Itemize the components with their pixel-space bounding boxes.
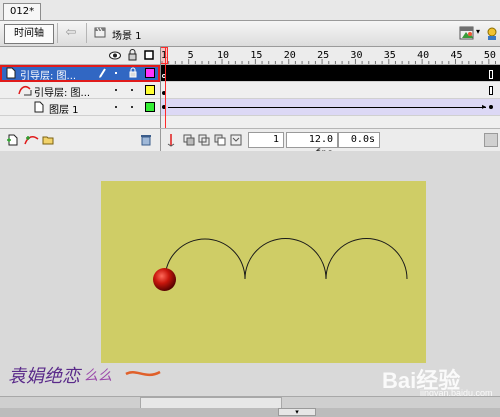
layer-name[interactable]: 引导层: 图... xyxy=(20,67,76,82)
playhead-line xyxy=(165,47,166,128)
scene-label[interactable]: 场景 1 xyxy=(112,27,142,42)
ruler-frame-30: 30 xyxy=(350,50,363,61)
visibility-dot[interactable] xyxy=(115,72,117,74)
center-frame-icon[interactable] xyxy=(166,133,176,147)
guide-layer-icon xyxy=(6,67,16,79)
add-motion-guide-icon[interactable] xyxy=(24,134,40,146)
keyframe[interactable] xyxy=(489,105,493,109)
timeline-scroll-right[interactable] xyxy=(484,133,498,147)
document-tab-bar: 012* xyxy=(0,0,500,21)
pencil-icon xyxy=(99,68,106,78)
layer-row-1[interactable]: 图层 1 xyxy=(0,99,160,116)
stage[interactable] xyxy=(101,181,426,363)
outline-color-swatch[interactable] xyxy=(145,68,155,78)
onion-skin-outlines-icon[interactable] xyxy=(198,134,210,146)
outline-icon[interactable] xyxy=(144,50,154,60)
end-frame-marker[interactable] xyxy=(489,86,493,95)
ruler-ticks xyxy=(161,59,496,64)
trash-icon[interactable] xyxy=(140,133,152,146)
lock-dot[interactable] xyxy=(131,89,133,91)
elapsed-time-field: 0.0s xyxy=(338,132,380,148)
arrow-head-icon: ▸ xyxy=(482,102,487,111)
scene-icon xyxy=(94,27,106,38)
ruler-frame-45: 45 xyxy=(450,50,463,61)
frames-guide-2[interactable] xyxy=(160,82,500,99)
layer-row-guide-2[interactable]: 引导层: 图... xyxy=(0,82,160,99)
visibility-dot[interactable] xyxy=(115,89,117,91)
end-frame-marker[interactable] xyxy=(489,70,493,79)
ruler-frame-20: 20 xyxy=(283,50,296,61)
edit-bar: 时间轴 ⇦ 场景 1 ▾ xyxy=(0,21,500,47)
ruler-frame-5: 5 xyxy=(187,50,194,61)
lock-icon[interactable] xyxy=(128,49,137,61)
divider xyxy=(86,23,87,43)
frames-layer-1[interactable]: ▸ xyxy=(160,99,500,116)
ruler-frame-10: 10 xyxy=(217,50,230,61)
modify-onion-markers-icon[interactable] xyxy=(230,134,242,146)
visibility-dot[interactable] xyxy=(115,106,117,108)
ruler-frame-40: 40 xyxy=(417,50,430,61)
timeline-button[interactable]: 时间轴 xyxy=(4,24,54,44)
layer-empty-area xyxy=(0,116,160,128)
insert-layer-icon[interactable] xyxy=(6,134,20,146)
frame-rate-field[interactable]: 12.0 fps xyxy=(286,132,338,159)
edit-scene-icon[interactable] xyxy=(486,24,500,42)
insert-folder-icon[interactable] xyxy=(42,134,54,146)
svg-text:袁娟绝恋: 袁娟绝恋 xyxy=(8,366,83,387)
current-frame-field: 1 xyxy=(248,132,284,148)
motion-guide-path[interactable] xyxy=(101,181,426,363)
frames-guide-1[interactable] xyxy=(160,65,500,82)
motion-tween-arrow xyxy=(168,107,486,108)
red-ball[interactable] xyxy=(152,267,177,292)
motion-guide-icon xyxy=(18,85,32,96)
signature-watermark: 袁娟绝恋 么么 xyxy=(8,366,161,387)
frames-empty-area xyxy=(160,116,500,128)
outline-color-swatch[interactable] xyxy=(145,102,155,112)
layer-panel-header xyxy=(0,47,160,65)
ruler-frame-15: 15 xyxy=(250,50,263,61)
layer-name[interactable]: 引导层: 图... xyxy=(34,84,90,99)
chevron-down-icon[interactable]: ▾ xyxy=(476,27,480,36)
svg-text:么么: 么么 xyxy=(84,368,112,384)
document-tab[interactable]: 012* xyxy=(3,3,42,20)
onion-skin-icon[interactable] xyxy=(183,134,195,146)
collapse-arrow-icon[interactable]: ▾ xyxy=(278,408,316,416)
edit-multiple-frames-icon[interactable] xyxy=(214,134,226,146)
divider xyxy=(57,23,58,43)
ruler-frame-35: 35 xyxy=(383,50,396,61)
ruler-frame-50: 50 xyxy=(483,50,496,61)
back-arrow-icon[interactable]: ⇦ xyxy=(62,24,80,42)
panel-divider xyxy=(160,47,161,128)
layer-row-guide-1[interactable]: 引导层: 图... xyxy=(0,65,160,82)
layer-name[interactable]: 图层 1 xyxy=(49,101,79,116)
divider xyxy=(160,129,161,151)
lock-dot[interactable] xyxy=(131,106,133,108)
layer-icon xyxy=(34,101,44,113)
timeline-status-bar: 1 12.0 fps 0.0s xyxy=(0,128,500,159)
ruler-frame-25: 25 xyxy=(317,50,330,61)
panel-collapse-bar[interactable]: ▾ xyxy=(0,408,500,417)
outline-color-swatch[interactable] xyxy=(145,85,155,95)
lock-icon[interactable] xyxy=(129,67,137,78)
frame-ruler[interactable]: 15101520253035404550 xyxy=(160,47,500,65)
edit-symbols-icon[interactable] xyxy=(458,24,476,42)
eye-icon[interactable] xyxy=(109,51,121,60)
